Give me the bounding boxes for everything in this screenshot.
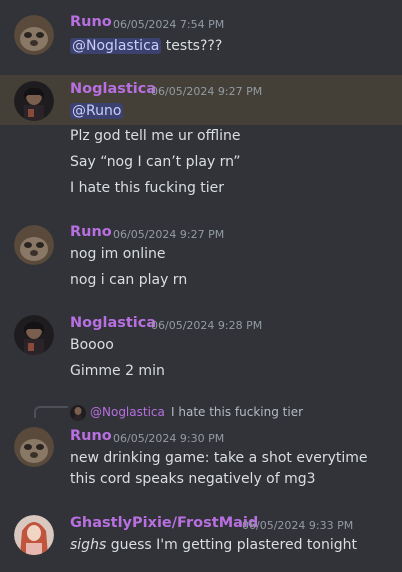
avatar[interactable] <box>14 81 54 121</box>
chat-log: Runo 06/05/2024 7:54 PM @Noglastica test… <box>0 0 402 572</box>
message-text: @Runo <box>70 103 124 119</box>
avatar[interactable] <box>14 15 54 55</box>
user-mention[interactable]: @Noglastica <box>70 38 162 54</box>
message-text: I hate this fucking tier <box>70 180 225 196</box>
message: Noglastica 06/05/2024 9:28 PM Boooo Gimm… <box>0 305 402 390</box>
message-text-content: guess I'm getting plastered tonight <box>106 537 357 553</box>
username[interactable]: Runo <box>70 224 112 240</box>
message-text: Gimme 2 min <box>70 363 165 379</box>
message-text-content: tests??? <box>161 38 223 54</box>
reply-preview-text[interactable]: I hate this fucking tier <box>171 405 303 419</box>
emphasized-text: sighs <box>70 537 107 553</box>
reply-connector <box>34 406 68 418</box>
timestamp: 06/05/2024 9:30 PM <box>113 432 225 445</box>
username[interactable]: Noglastica <box>70 315 156 331</box>
message-text: Plz god tell me ur offline <box>70 128 241 144</box>
message-text: this cord speaks negatively of mg3 <box>70 471 316 487</box>
timestamp: 06/05/2024 9:33 PM <box>242 519 354 532</box>
message-text: @Noglastica tests??? <box>70 38 222 54</box>
message-text: new drinking game: take a shot everytime <box>70 450 368 466</box>
username[interactable]: Runo <box>70 14 112 30</box>
message-text: Say “nog I can’t play rn” <box>70 154 241 170</box>
message: Runo 06/05/2024 7:54 PM @Noglastica test… <box>0 0 402 70</box>
timestamp: 06/05/2024 9:27 PM <box>113 228 225 241</box>
message: Runo 06/05/2024 9:30 PM new drinking gam… <box>0 425 402 500</box>
username[interactable]: Noglastica <box>70 81 156 97</box>
message-text: nog i can play rn <box>70 272 188 288</box>
avatar[interactable] <box>14 315 54 355</box>
message-text: nog im online <box>70 246 166 262</box>
reply-username[interactable]: @Noglastica <box>90 405 165 419</box>
message: Noglastica 06/05/2024 9:27 PM @Runo Plz … <box>0 75 402 210</box>
message-text: Boooo <box>70 337 114 353</box>
timestamp: 06/05/2024 9:27 PM <box>151 85 263 98</box>
avatar[interactable] <box>14 515 54 555</box>
message: GhastlyPixie/FrostMaid 06/05/2024 9:33 P… <box>0 505 402 572</box>
avatar[interactable] <box>14 225 54 265</box>
user-mention[interactable]: @Runo <box>70 103 124 119</box>
message-text: sighs guess I'm getting plastered tonigh… <box>70 537 357 553</box>
timestamp: 06/05/2024 7:54 PM <box>113 18 225 31</box>
reply-avatar[interactable] <box>70 405 86 421</box>
username[interactable]: Runo <box>70 428 112 444</box>
avatar[interactable] <box>14 427 54 467</box>
username[interactable]: GhastlyPixie/FrostMaid <box>70 515 258 531</box>
timestamp: 06/05/2024 9:28 PM <box>151 319 263 332</box>
message: Runo 06/05/2024 9:27 PM nog im online no… <box>0 215 402 295</box>
